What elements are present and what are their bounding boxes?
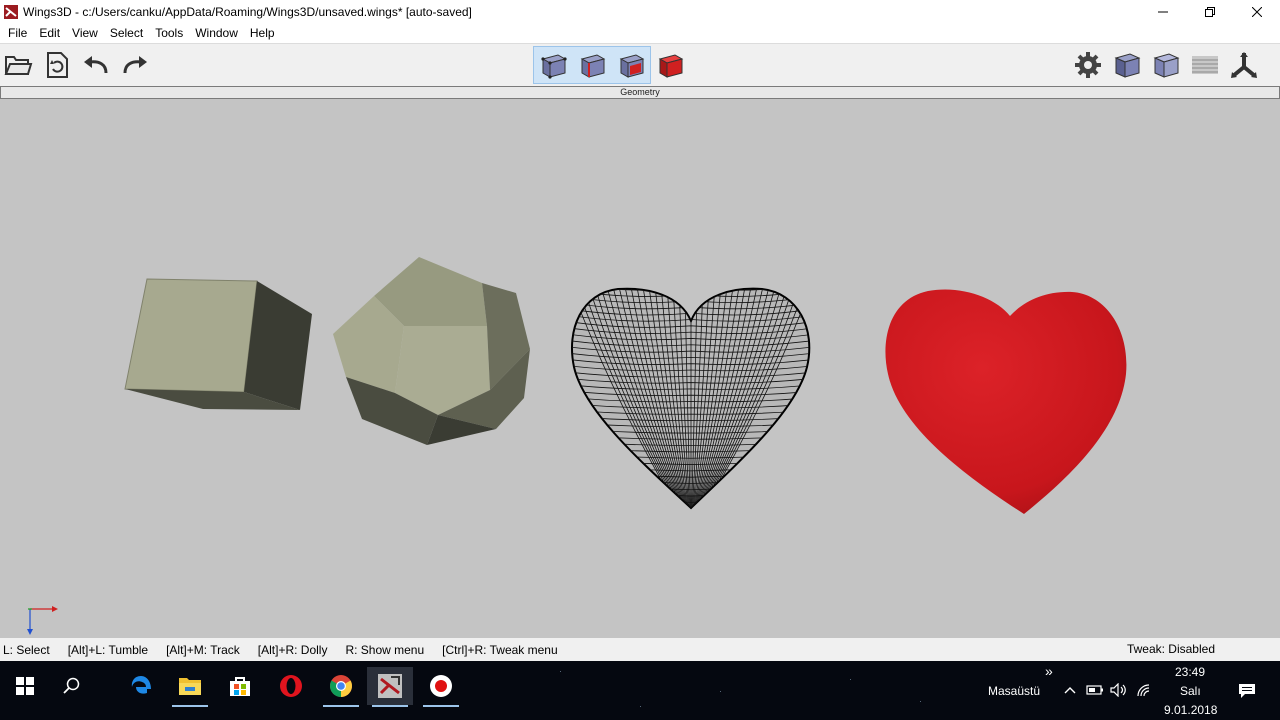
ground-plane-icon: [1192, 56, 1218, 74]
action-center-icon[interactable]: [1238, 683, 1256, 699]
close-button[interactable]: [1233, 0, 1280, 24]
clock-date[interactable]: 9.01.2018: [1164, 703, 1217, 717]
dodecahedron-object[interactable]: [333, 257, 530, 445]
restore-button[interactable]: [1186, 0, 1233, 24]
gear-icon: [1075, 52, 1101, 78]
menu-bar: File Edit View Select Tools Window Help: [0, 24, 1280, 43]
hint-tweak-menu: [Ctrl]+R: Tweak menu: [442, 642, 558, 657]
wireframe-icon: [1153, 53, 1180, 78]
clock-time[interactable]: 23:49: [1175, 665, 1205, 679]
windows-taskbar: » Masaüstü 23:49 Salı 9.01.2018: [0, 661, 1280, 720]
menu-select[interactable]: Select: [104, 24, 149, 43]
minimize-icon: [1157, 11, 1168, 13]
hint-tumble: [Alt]+L: Tumble: [67, 642, 149, 657]
wings3d-app-icon: [4, 5, 18, 19]
vertex-mode-icon: [541, 54, 567, 79]
taskbar-opera[interactable]: [268, 667, 314, 705]
taskbar-store[interactable]: [217, 667, 263, 705]
search-button[interactable]: [49, 667, 95, 705]
menu-view[interactable]: View: [66, 24, 104, 43]
taskbar-file-explorer[interactable]: [167, 667, 213, 707]
title-bar: Wings3D - c:/Users/canku/AppData/Roaming…: [0, 0, 1280, 24]
smooth-preview-button[interactable]: [1109, 47, 1145, 83]
edge-mode-button[interactable]: [574, 47, 610, 83]
redo-icon: [123, 56, 147, 74]
taskbar-more-toolbars[interactable]: »: [1045, 663, 1053, 679]
face-mode-icon: [619, 54, 645, 78]
windows-start-icon: [16, 677, 34, 695]
battery-icon[interactable]: [1086, 684, 1104, 696]
tweak-status: Tweak: Disabled: [1126, 642, 1215, 656]
save-icon: [47, 52, 68, 78]
axes-button[interactable]: [1226, 47, 1262, 83]
taskbar-wings3d[interactable]: [367, 667, 413, 707]
axes-icon: [1231, 52, 1257, 78]
axis-gizmo: [27, 606, 58, 635]
network-icon[interactable]: [1136, 683, 1152, 697]
vertex-mode-button[interactable]: [535, 47, 571, 83]
hint-select: L: Select: [3, 642, 50, 657]
chevron-up-icon[interactable]: [1064, 685, 1076, 695]
body-mode-button[interactable]: [652, 47, 688, 83]
volume-icon[interactable]: [1110, 683, 1128, 697]
edge-icon: [131, 676, 151, 694]
undo-icon: [84, 56, 108, 74]
taskbar-edge[interactable]: [118, 667, 164, 705]
open-folder-icon: [4, 56, 33, 75]
chrome-icon: [330, 675, 352, 697]
open-button[interactable]: [0, 47, 36, 83]
body-mode-icon: [658, 54, 684, 78]
geometry-viewport[interactable]: [0, 99, 1280, 638]
face-mode-button[interactable]: [613, 47, 649, 83]
minimize-button[interactable]: [1139, 0, 1186, 24]
window-title: Wings3D - c:/Users/canku/AppData/Roaming…: [23, 5, 472, 19]
save-button[interactable]: [39, 47, 75, 83]
menu-file[interactable]: File: [2, 24, 33, 43]
taskbar-recorder[interactable]: [418, 667, 464, 707]
cube-object[interactable]: [124, 278, 312, 410]
toolbar: [0, 43, 1280, 86]
clock-day[interactable]: Salı: [1180, 684, 1201, 698]
red-heart-object[interactable]: [885, 289, 1127, 514]
hint-track: [Alt]+M: Track: [166, 642, 240, 657]
geometry-window-title: Geometry: [0, 86, 1280, 99]
restore-icon: [1204, 7, 1215, 17]
store-icon: [230, 677, 250, 696]
start-button[interactable]: [2, 667, 48, 705]
menu-tools[interactable]: Tools: [149, 24, 189, 43]
opera-icon: [280, 675, 302, 697]
wings3d-icon: [378, 674, 402, 698]
ground-plane-button[interactable]: [1187, 47, 1223, 83]
hint-show-menu: R: Show menu: [345, 642, 425, 657]
undo-button[interactable]: [78, 47, 114, 83]
smooth-preview-icon: [1114, 53, 1141, 78]
record-icon: [430, 675, 452, 697]
edge-mode-icon: [580, 54, 606, 78]
status-bar: L: Select [Alt]+L: Tumble [Alt]+M: Track…: [0, 638, 1280, 661]
wireframe-button[interactable]: [1148, 47, 1184, 83]
redo-button[interactable]: [117, 47, 153, 83]
search-icon: [63, 677, 80, 694]
desktop-toolbar-label[interactable]: Masaüstü: [988, 684, 1040, 698]
menu-window[interactable]: Window: [189, 24, 244, 43]
file-explorer-icon: [179, 678, 201, 695]
menu-edit[interactable]: Edit: [33, 24, 66, 43]
hint-dolly: [Alt]+R: Dolly: [257, 642, 328, 657]
wireframe-heart-object[interactable]: [570, 284, 812, 515]
close-icon: [1251, 7, 1262, 17]
taskbar-chrome[interactable]: [318, 667, 364, 707]
preferences-button[interactable]: [1070, 47, 1106, 83]
menu-help[interactable]: Help: [244, 24, 281, 43]
